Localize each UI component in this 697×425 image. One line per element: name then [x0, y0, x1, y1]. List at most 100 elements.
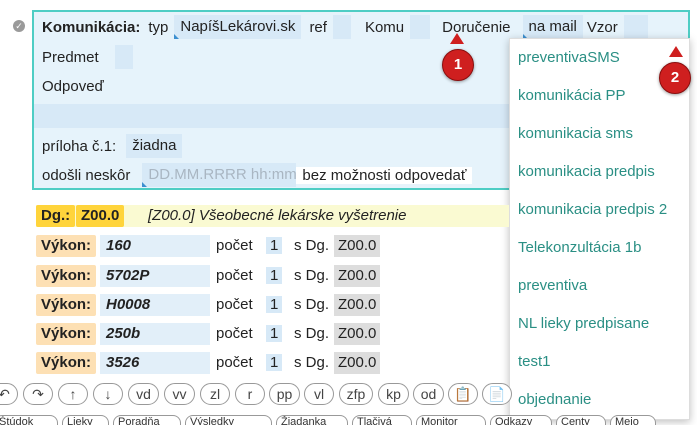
dg-code[interactable]: Z00.0 [76, 205, 125, 227]
vykon-label: Výkon: [36, 235, 97, 257]
ref-label: ref [309, 18, 327, 36]
vzor-option[interactable]: NL lieky predpisane [510, 305, 689, 343]
dorucenie-select[interactable]: na mail [522, 15, 583, 39]
vykon-dg-code[interactable]: Z00.0 [334, 265, 381, 287]
vzor-option[interactable]: komunikacia sms [510, 115, 689, 153]
communication-header-row: Komunikácia: typ NapíšLekárovi.sk ref Ko… [34, 13, 688, 41]
vykon-dg-code[interactable]: Z00.0 [334, 235, 381, 257]
move-down-button[interactable]: ↓ [93, 383, 123, 405]
pocet-label: počet [216, 237, 253, 254]
vzor-option[interactable]: Telekonzultácia 1b [510, 229, 689, 267]
vzor-option[interactable]: komunikacia predpis [510, 153, 689, 191]
vzor-select[interactable] [623, 15, 648, 39]
move-up-button[interactable]: ↑ [58, 383, 88, 405]
typ-label: typ [148, 18, 169, 36]
priloha-label: príloha č.1: [42, 137, 117, 155]
vd-button[interactable]: vd [128, 383, 159, 405]
status-check-icon: ✓ [13, 20, 25, 32]
vykon-label: Výkon: [36, 323, 97, 345]
annotation-badge-1: 1 [442, 49, 474, 81]
vykon-label: Výkon: [36, 294, 97, 316]
vzor-option[interactable]: objednanie [510, 381, 689, 419]
bottom-tab[interactable]: Žiadanka [276, 415, 348, 425]
odosli-label: odošli neskôr [42, 166, 131, 184]
typ-select[interactable]: NapíšLekárovi.sk [174, 15, 302, 39]
od-button[interactable]: od [413, 383, 444, 405]
bottom-tab[interactable]: Monitor [416, 415, 486, 425]
pocet-label: počet [216, 354, 253, 371]
bottom-tab[interactable]: Poradňa [113, 415, 181, 425]
vzor-option[interactable]: komunikacia predpis 2 [510, 191, 689, 229]
annotation-arrow-2-icon [669, 46, 683, 57]
vykon-dg-code[interactable]: Z00.0 [334, 352, 381, 374]
r-button[interactable]: r [235, 383, 265, 405]
zfp-button[interactable]: zfp [339, 383, 373, 405]
vykon-code-input[interactable]: 250b [100, 323, 210, 345]
kp-button[interactable]: kp [378, 383, 409, 405]
vykon-row: Výkon: 3526 počet 1 s Dg. Z00.0 [36, 352, 509, 374]
priloha-value[interactable]: žiadna [126, 134, 183, 158]
sdg-label: s Dg. [294, 354, 330, 371]
clipboard-icon[interactable]: 📋 [448, 383, 478, 405]
redo-button[interactable]: ↷ [23, 383, 53, 405]
pocet-label: počet [216, 267, 253, 284]
dorucenie-label: Doručenie [442, 18, 511, 36]
vykon-dg-code[interactable]: Z00.0 [334, 323, 381, 345]
predmet-label: Predmet [42, 48, 99, 66]
vykony-list: Výkon: 160 počet 1 s Dg. Z00.0 Výkon: 57… [36, 235, 509, 385]
zl-button[interactable]: zl [200, 383, 230, 405]
send-later-datetime-input[interactable]: DD.MM.RRRR hh:mm [142, 163, 297, 187]
komunikacia-label: Komunikácia: [42, 18, 141, 36]
bottom-tab-bar: Štúdok Lieky Poradňa Výsledky Žiadanka T… [0, 415, 697, 425]
vl-button[interactable]: vl [304, 383, 334, 405]
vykon-code-input[interactable]: 5702P [100, 265, 210, 287]
bottom-tab[interactable]: Štúdok [0, 415, 58, 425]
odpoved-label: Odpoveď [42, 77, 104, 95]
sdg-label: s Dg. [294, 267, 330, 284]
pocet-input[interactable]: 1 [266, 296, 283, 313]
vzor-option[interactable]: preventiva [510, 267, 689, 305]
vykon-label: Výkon: [36, 352, 97, 374]
vykon-label: Výkon: [36, 265, 97, 287]
bottom-tab[interactable]: Centy [556, 415, 606, 425]
bottom-tab[interactable]: Tlačivá [352, 415, 412, 425]
pocet-input[interactable]: 1 [266, 267, 283, 284]
toolbar: ↶ ↷ ↑ ↓ vd vv zl r pp vl zfp kp od 📋 📄 [0, 383, 512, 407]
vykon-row: Výkon: 160 počet 1 s Dg. Z00.0 [36, 235, 509, 257]
undo-button[interactable]: ↶ [0, 383, 18, 405]
bez-moznosti-label: bez možnosti odpovedať [296, 166, 473, 184]
sdg-label: s Dg. [294, 237, 330, 254]
vykon-code-input[interactable]: 160 [100, 235, 210, 257]
vykon-code-input[interactable]: H0008 [100, 294, 210, 316]
pocet-label: počet [216, 296, 253, 313]
bottom-tab[interactable]: Meio [610, 415, 656, 425]
document-icon[interactable]: 📄 [482, 383, 512, 405]
bottom-tab[interactable]: Odkazy [490, 415, 552, 425]
annotation-arrow-1-icon [450, 33, 464, 44]
ref-input[interactable] [332, 15, 351, 39]
vykon-code-input[interactable]: 3526 [100, 352, 210, 374]
vzor-dropdown: preventivaSMS komunikácia PP komunikacia… [509, 38, 690, 420]
sdg-label: s Dg. [294, 325, 330, 342]
vv-button[interactable]: vv [164, 383, 195, 405]
dg-label: Dg.: [36, 205, 76, 227]
komu-input[interactable] [410, 15, 431, 39]
pocet-input[interactable]: 1 [266, 237, 283, 254]
pp-button[interactable]: pp [269, 383, 300, 405]
komu-label: Komu [364, 18, 405, 36]
sdg-label: s Dg. [294, 296, 330, 313]
bottom-tab[interactable]: Výsledky [185, 415, 272, 425]
bottom-tab[interactable]: Lieky [62, 415, 109, 425]
vzor-option[interactable]: test1 [510, 343, 689, 381]
vykon-row: Výkon: H0008 počet 1 s Dg. Z00.0 [36, 294, 509, 316]
dg-text: [Z00.0] Všeobecné lekárske vyšetrenie [148, 207, 407, 224]
pocet-label: počet [216, 325, 253, 342]
vykon-dg-code[interactable]: Z00.0 [334, 294, 381, 316]
vykon-row: Výkon: 5702P počet 1 s Dg. Z00.0 [36, 265, 509, 287]
annotation-badge-2: 2 [659, 62, 691, 94]
vzor-label: Vzor [586, 18, 618, 36]
pocet-input[interactable]: 1 [266, 354, 283, 371]
pocet-input[interactable]: 1 [266, 325, 283, 342]
predmet-input[interactable] [114, 45, 133, 69]
vykon-row: Výkon: 250b počet 1 s Dg. Z00.0 [36, 323, 509, 345]
